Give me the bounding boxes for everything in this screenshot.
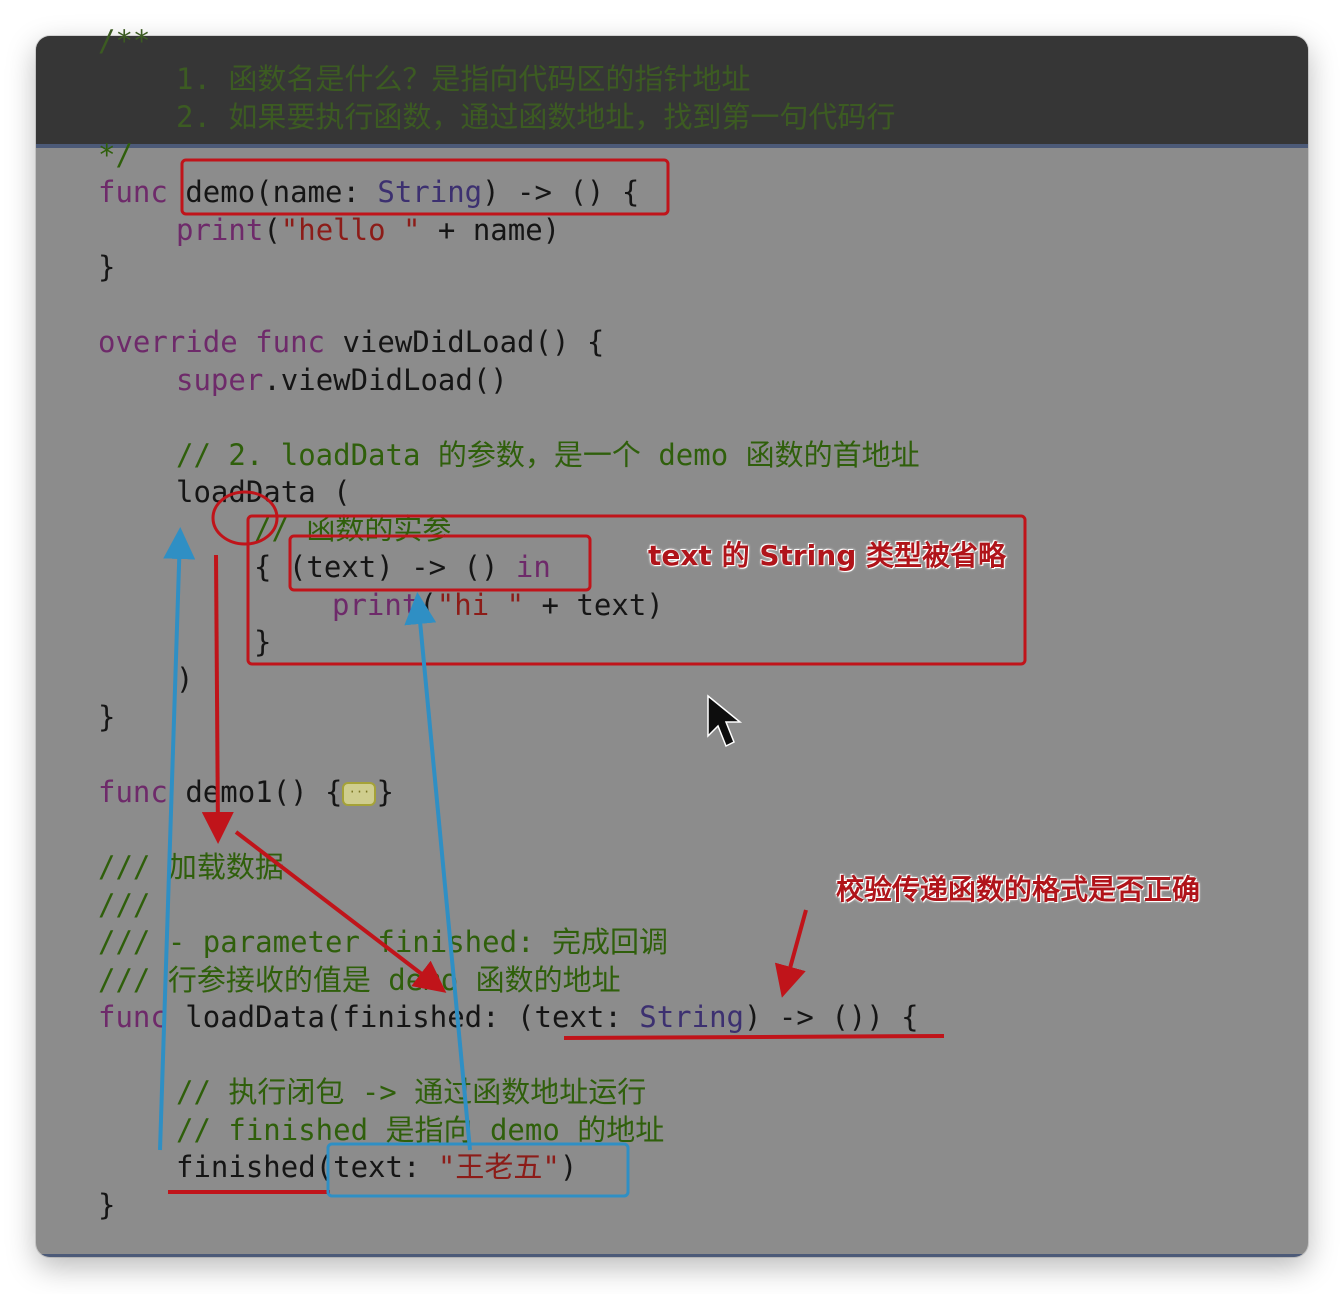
- blue-arrow-up-left: [158, 527, 196, 1151]
- closure-params-highlight-box: [288, 534, 592, 592]
- red-arrow-down: [201, 554, 234, 844]
- loaddata-circle-marker: [211, 490, 279, 546]
- loaddata-param-underline: [563, 1034, 945, 1040]
- finished-args-highlight-box: [326, 1142, 630, 1198]
- blue-arrow-up-middle: [404, 592, 472, 1151]
- red-arrow-diagonal: [234, 830, 447, 993]
- red-arrow-verify: [774, 909, 808, 998]
- mouse-pointer-icon: [707, 694, 743, 748]
- annotation-overlay: [158, 158, 1027, 1198]
- demo-signature-highlight-box: [180, 158, 670, 216]
